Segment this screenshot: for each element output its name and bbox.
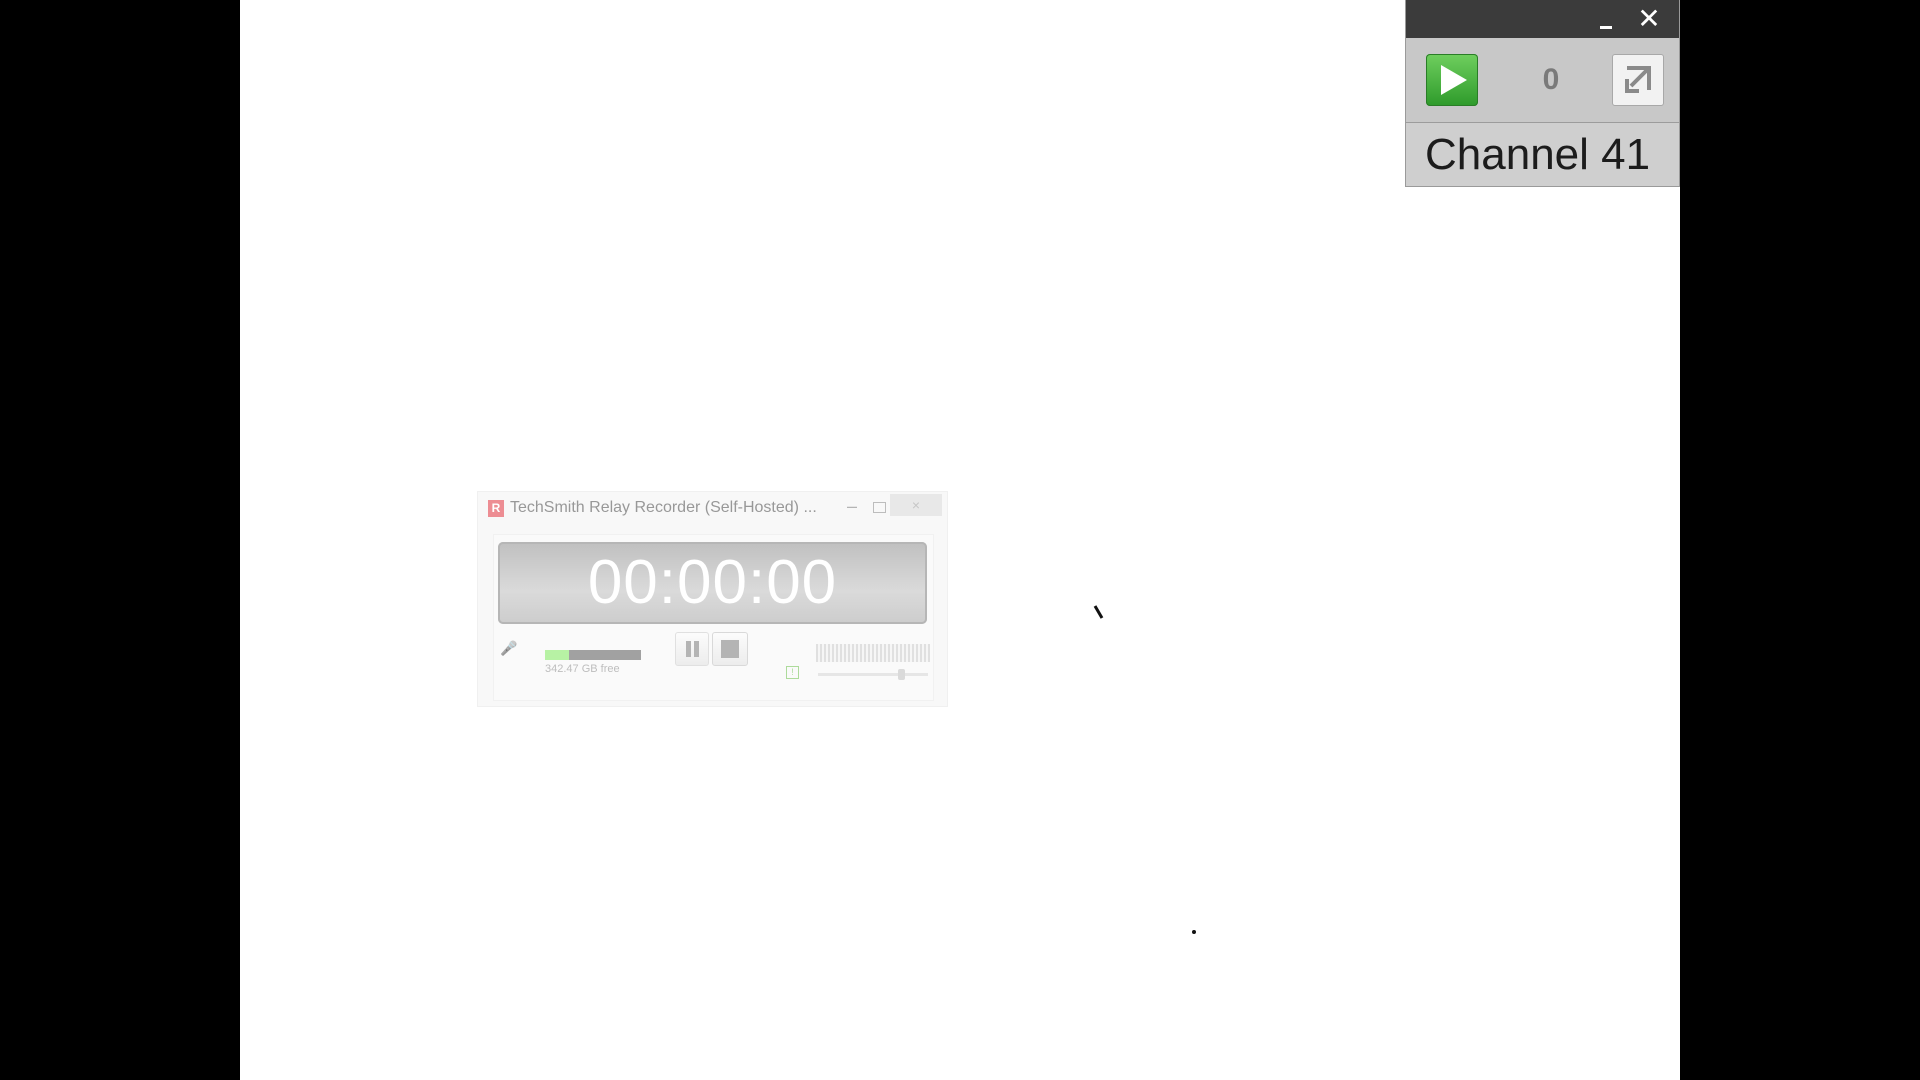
relay-logo-icon: R (488, 500, 504, 517)
relay-recorder-window: R TechSmith Relay Recorder (Self-Hosted)… (478, 492, 947, 706)
volume-slider-thumb[interactable] (897, 669, 905, 680)
recorder-maximize-button[interactable] (867, 496, 891, 520)
info-icon[interactable]: ! (786, 666, 799, 679)
play-button[interactable] (1426, 54, 1478, 106)
channel-toolbar: 0 (1406, 38, 1679, 122)
volume-slider[interactable] (818, 673, 928, 676)
stop-button[interactable] (712, 632, 748, 666)
recorder-minimize-button[interactable]: – (840, 496, 864, 520)
channel-widget: ✕ 0 Channel 41 (1406, 0, 1679, 186)
audio-level-meter (816, 644, 930, 662)
play-icon (1441, 65, 1467, 95)
recorder-close-button[interactable]: × (890, 494, 942, 516)
disk-space-bar (545, 650, 641, 660)
channel-titlebar: ✕ (1406, 0, 1679, 38)
close-icon[interactable]: ✕ (1632, 4, 1666, 34)
recorder-title: TechSmith Relay Recorder (Self-Hosted) .… (510, 499, 817, 516)
minimize-icon[interactable] (1590, 6, 1622, 32)
pause-button[interactable] (675, 632, 709, 666)
disk-space-fill (545, 650, 569, 660)
microphone-icon[interactable]: 🎤 (500, 640, 522, 656)
channel-count: 0 (1542, 63, 1560, 96)
disk-free-label: 342.47 GB free (545, 663, 620, 675)
annotation-dot (1192, 930, 1196, 934)
channel-name: Channel 41 (1406, 123, 1679, 186)
recording-timer: 00:00:00 (498, 542, 927, 624)
expand-icon (1625, 66, 1651, 93)
expand-button[interactable] (1612, 54, 1664, 106)
recorder-titlebar: R TechSmith Relay Recorder (Self-Hosted)… (478, 492, 947, 526)
